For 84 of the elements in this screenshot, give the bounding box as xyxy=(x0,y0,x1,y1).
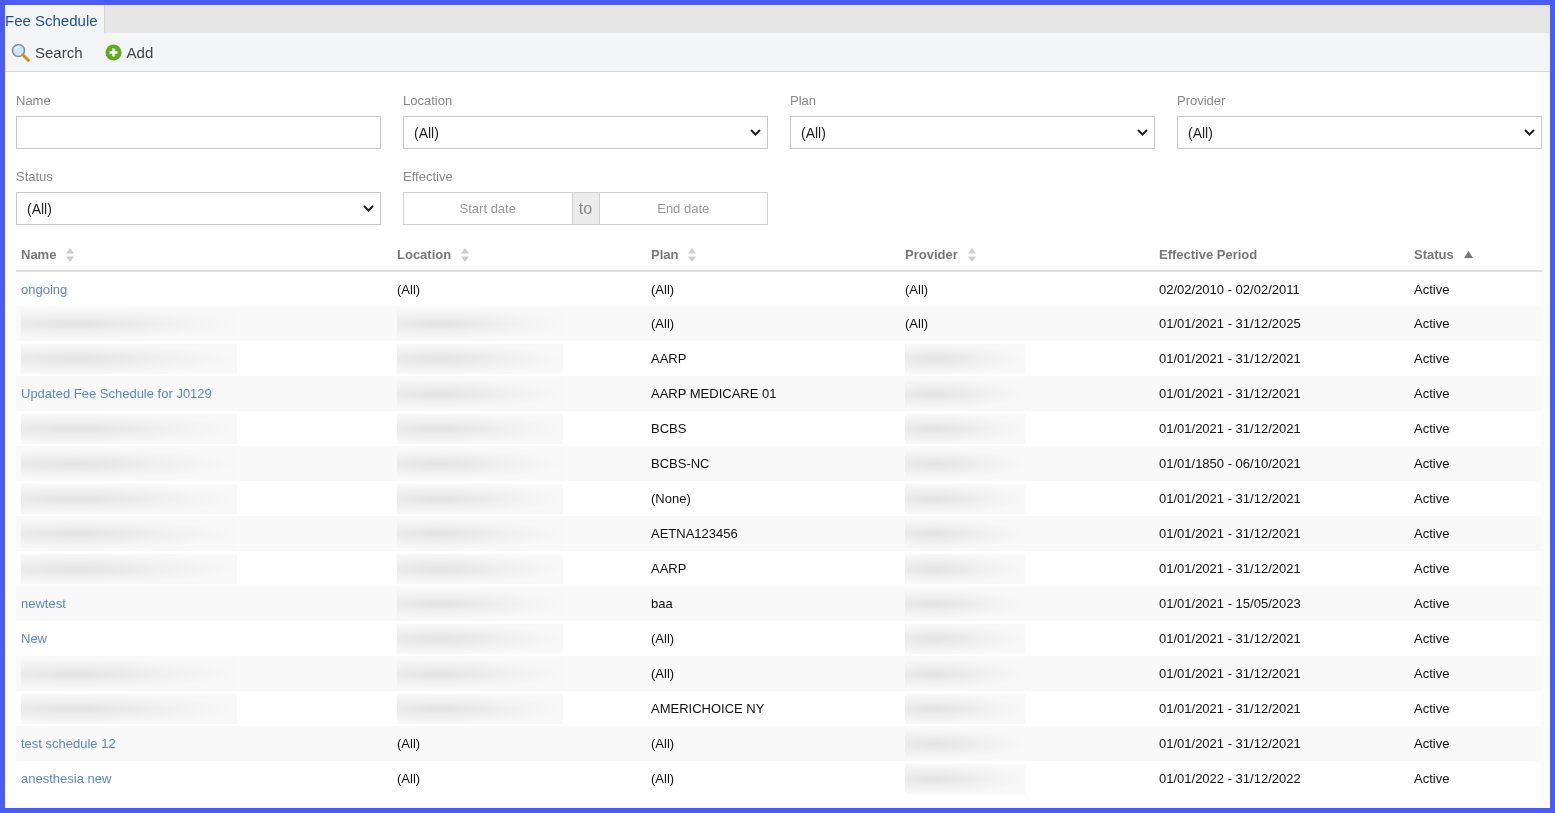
fee-schedule-link[interactable]: ongoing xyxy=(21,281,68,297)
effective-period-cell: 01/01/2021 - 31/12/2021 xyxy=(1154,376,1409,411)
plan-cell: AARP xyxy=(646,341,900,376)
fee-schedule-link[interactable]: anesthesia new xyxy=(21,771,112,786)
status-cell: Active xyxy=(1409,376,1542,411)
status-cell: Active xyxy=(1409,516,1542,551)
status-cell: Active xyxy=(1409,586,1542,621)
provider-cell: (All) xyxy=(900,271,1154,306)
chevron-down-icon xyxy=(1137,129,1148,136)
status-cell: Active xyxy=(1409,621,1542,656)
location-cell: (All) xyxy=(392,726,646,761)
effective-period-cell: 01/01/2021 - 31/12/2021 xyxy=(1154,621,1409,656)
sort-icon[interactable] xyxy=(461,247,470,262)
status-cell: Active xyxy=(1409,446,1542,481)
effective-period-cell: 01/01/2021 - 31/12/2021 xyxy=(1154,656,1409,691)
effective-period-cell: 01/01/2021 - 31/12/2021 xyxy=(1154,411,1409,446)
effective-period-cell: 01/01/2021 - 31/12/2025 xyxy=(1154,306,1409,341)
status-cell: Active xyxy=(1409,726,1542,761)
status-cell: Active xyxy=(1409,481,1542,516)
start-date-input[interactable]: Start date xyxy=(403,192,573,225)
tab[interactable]: Fee Schedule xyxy=(5,5,105,33)
effective-period-cell: 02/02/2010 - 02/02/2011 xyxy=(1154,271,1409,306)
location-select[interactable]: (All) xyxy=(403,116,768,149)
plan-cell: (All) xyxy=(646,621,900,656)
location-cell: (All) xyxy=(392,761,646,796)
filter-label: Effective xyxy=(403,169,453,184)
effective-period-cell: 01/01/2021 - 31/12/2021 xyxy=(1154,481,1409,516)
chevron-down-icon xyxy=(363,205,374,212)
fee-schedule-link[interactable]: newtest xyxy=(21,596,66,611)
effective-period-cell: 01/01/1850 - 06/10/2021 xyxy=(1154,446,1409,481)
date-range-separator: to xyxy=(572,192,599,225)
effective-period-cell: 01/01/2021 - 31/12/2021 xyxy=(1154,726,1409,761)
status-cell: Active xyxy=(1409,411,1542,446)
plan-cell: (All) xyxy=(646,306,900,341)
plan-cell: AARP xyxy=(646,551,900,586)
search-icon xyxy=(11,42,30,62)
status-cell: Active xyxy=(1409,551,1542,586)
plan-cell: (All) xyxy=(646,271,900,306)
add-icon xyxy=(104,43,122,61)
sort-icon[interactable] xyxy=(967,247,976,262)
provider-cell: (All) xyxy=(900,306,1154,341)
effective-period-cell: 01/01/2021 - 31/12/2021 xyxy=(1154,691,1409,726)
effective-period-cell: 01/01/2022 - 31/12/2022 xyxy=(1154,761,1409,796)
filter-label: Provider xyxy=(1177,93,1226,108)
fee-schedule-link[interactable]: New xyxy=(21,631,47,646)
chevron-down-icon xyxy=(1524,129,1535,136)
filter-label: Name xyxy=(16,93,51,108)
status-select[interactable]: (All) xyxy=(16,192,381,225)
end-date-input[interactable]: End date xyxy=(598,192,768,225)
plan-cell: AETNA123456 xyxy=(646,516,900,551)
sort-icon[interactable] xyxy=(688,247,697,262)
add-button[interactable]: Add xyxy=(104,43,154,61)
provider-select[interactable]: (All) xyxy=(1177,116,1542,149)
status-cell: Active xyxy=(1409,656,1542,691)
plan-cell: BCBS-NC xyxy=(646,446,900,481)
plan-cell: (All) xyxy=(646,656,900,691)
status-cell: Active xyxy=(1409,691,1542,726)
effective-period-cell: 01/01/2021 - 31/12/2021 xyxy=(1154,516,1409,551)
sort-icon[interactable] xyxy=(66,247,75,262)
name-input[interactable] xyxy=(16,116,381,149)
filter-label: Location xyxy=(403,93,453,108)
plan-cell: baa xyxy=(646,586,900,621)
search-button[interactable]: Search xyxy=(11,42,83,62)
plan-cell: AARP MEDICARE 01 xyxy=(646,376,900,411)
fee-schedule-link[interactable]: Updated Fee Schedule for J0129 xyxy=(21,386,212,401)
plan-cell: (All) xyxy=(646,761,900,796)
effective-period-cell: 01/01/2021 - 31/12/2021 xyxy=(1154,551,1409,586)
status-cell: Active xyxy=(1409,341,1542,376)
status-cell: Active xyxy=(1409,761,1542,796)
plan-cell: (All) xyxy=(646,726,900,761)
effective-period-cell: 01/01/2021 - 15/05/2023 xyxy=(1154,586,1409,621)
plan-cell: AMERICHOICE NY xyxy=(646,691,900,726)
fee-schedule-link[interactable]: test schedule 12 xyxy=(21,736,116,751)
effective-period-cell: 01/01/2021 - 31/12/2021 xyxy=(1154,341,1409,376)
filter-label: Status xyxy=(16,169,53,184)
location-cell: (All) xyxy=(392,271,646,306)
plan-cell: (None) xyxy=(646,481,900,516)
plan-cell: BCBS xyxy=(646,411,900,446)
filter-label: Plan xyxy=(790,93,817,108)
status-cell: Active xyxy=(1409,306,1542,341)
chevron-down-icon xyxy=(750,129,761,136)
status-cell: Active xyxy=(1409,271,1542,306)
sort-ascending-icon[interactable] xyxy=(1463,251,1473,258)
plan-select[interactable]: (All) xyxy=(790,116,1155,149)
